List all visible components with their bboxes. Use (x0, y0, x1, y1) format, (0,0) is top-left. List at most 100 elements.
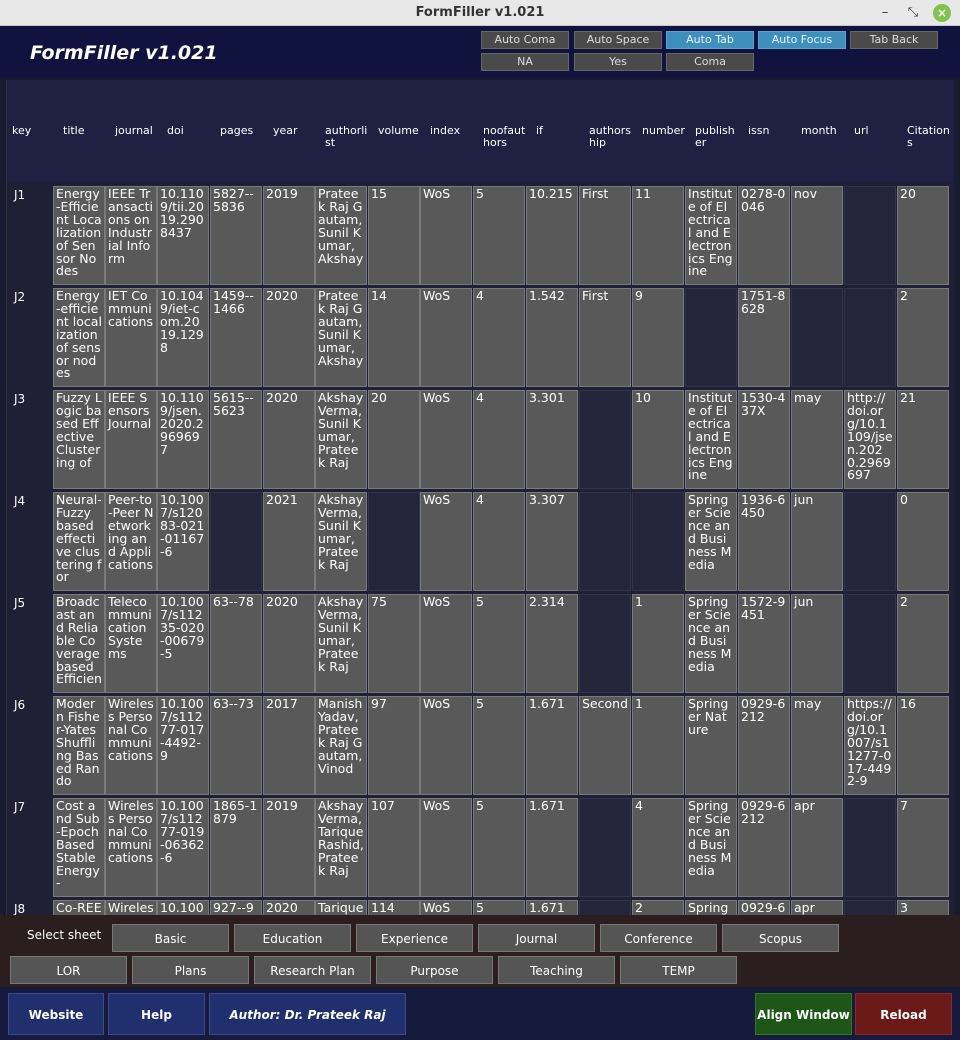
table-cell-authorship[interactable] (579, 900, 631, 915)
yes-button[interactable]: Yes (574, 53, 662, 71)
table-cell-issn[interactable]: 1530-437X (738, 390, 790, 489)
table-cell-issn[interactable]: 0929-6 (738, 900, 790, 915)
tab-back-button[interactable]: Tab Back (850, 31, 938, 49)
table-cell-title[interactable]: Energy-efficient localization of sensor … (53, 288, 105, 387)
table-cell-url[interactable]: http://doi.org/10.1109/jsen.2020.2969697 (844, 390, 896, 489)
table-cell-volume[interactable]: 107 (368, 798, 420, 897)
table-cell-noofauthors[interactable]: 4 (473, 288, 525, 387)
restore-icon[interactable]: ⤡ (904, 4, 922, 22)
table-cell-journal[interactable]: Wireless Personal Communications (105, 696, 157, 795)
table-cell-publisher[interactable]: Springer Science and Business Media (685, 798, 737, 897)
table-cell-authorlist[interactable]: Akshay Verma, Sunil Kumar, Prateek Raj (315, 492, 367, 591)
table-cell-pages[interactable]: 1459--1466 (210, 288, 262, 387)
website-button[interactable]: Website (8, 993, 104, 1035)
table-cell-year[interactable]: 2017 (263, 696, 315, 795)
table-cell-publisher[interactable]: Springer Science and Business Media (685, 594, 737, 693)
table-cell-authorlist[interactable]: Prateek Raj Gautam,Sunil Kumar, Akshay (315, 186, 367, 285)
table-cell-if[interactable]: 1.671 (526, 900, 578, 915)
table-cell-year[interactable]: 2020 (263, 900, 315, 915)
table-cell-index[interactable]: WoS (420, 492, 472, 591)
table-cell-if[interactable]: 1.671 (526, 696, 578, 795)
table-cell-url[interactable] (844, 798, 896, 897)
table-cell-index[interactable]: WoS (420, 390, 472, 489)
sheet-plans-button[interactable]: Plans (132, 956, 249, 984)
table-cell-journal[interactable]: Peer-to-Peer Networking and Applications (105, 492, 157, 591)
table-cell-number[interactable]: 4 (632, 798, 684, 897)
table-cell-volume[interactable]: 97 (368, 696, 420, 795)
table-cell-authorlist[interactable]: Akshay Verma, Sunil Kumar, Prateek Raj (315, 390, 367, 489)
table-cell-month[interactable]: nov (791, 186, 843, 285)
table-cell-journal[interactable]: Telecommunication Systems (105, 594, 157, 693)
table-cell-doi[interactable]: 10.1007/s11277-017-4492-9 (157, 696, 209, 795)
table-cell-if[interactable]: 1.671 (526, 798, 578, 897)
table-cell-journal[interactable]: Wireless Personal Communications (105, 798, 157, 897)
sheet-teaching-statement-button[interactable]: Teaching Statement (498, 956, 615, 1006)
table-cell-title[interactable]: Broadcast and Reliable Coverage based Ef… (53, 594, 105, 693)
table-cell-year[interactable]: 2019 (263, 798, 315, 897)
table-cell-year[interactable]: 2021 (263, 492, 315, 591)
auto-tab-button[interactable]: Auto Tab (666, 31, 754, 49)
sheet-conference-button[interactable]: Conference (600, 924, 717, 952)
table-cell-Citations[interactable]: 3 (897, 900, 949, 915)
table-cell-title[interactable]: Cost and Sub-Epoch Based Stable Energy- (53, 798, 105, 897)
table-cell-Citations[interactable]: 20 (897, 186, 949, 285)
table-cell-year[interactable]: 2020 (263, 288, 315, 387)
table-cell-issn[interactable]: 1936-6450 (738, 492, 790, 591)
table-cell-volume[interactable]: 20 (368, 390, 420, 489)
table-cell-month[interactable]: may (791, 696, 843, 795)
table-cell-if[interactable]: 10.215 (526, 186, 578, 285)
table-cell-number[interactable]: 2 (632, 900, 684, 915)
sheet-temp-button[interactable]: TEMP (620, 956, 737, 984)
help-button[interactable]: Help (108, 993, 205, 1035)
table-cell-issn[interactable]: 0929-6212 (738, 798, 790, 897)
table-cell-volume[interactable]: 15 (368, 186, 420, 285)
table-cell-issn[interactable]: 0278-0046 (738, 186, 790, 285)
table-cell-Citations[interactable]: 0 (897, 492, 949, 591)
table-cell-publisher[interactable]: Institute of Electrical and Electronics … (685, 390, 737, 489)
table-cell-title[interactable]: Energy-Efficient Localization of Sensor … (53, 186, 105, 285)
table-cell-noofauthors[interactable]: 4 (473, 492, 525, 591)
sheet-education-button[interactable]: Education (234, 924, 351, 952)
table-cell-volume[interactable]: 114 (368, 900, 420, 915)
table-cell-authorship[interactable]: Second (579, 696, 631, 795)
table-cell-Citations[interactable]: 16 (897, 696, 949, 795)
sheet-journal-button[interactable]: Journal (478, 924, 595, 952)
table-cell-pages[interactable]: 5615--5623 (210, 390, 262, 489)
table-cell-index[interactable]: WoS (420, 696, 472, 795)
table-cell-year[interactable]: 2020 (263, 390, 315, 489)
table-cell-doi[interactable]: 10.1007/s12083-021-01167-6 (157, 492, 209, 591)
sheet-research-plan-button[interactable]: Research Plan (254, 956, 371, 984)
table-cell-journal[interactable]: IEEE Sensors Journal (105, 390, 157, 489)
table-cell-url[interactable] (844, 186, 896, 285)
table-cell-year[interactable]: 2019 (263, 186, 315, 285)
table-cell-month[interactable] (791, 288, 843, 387)
table-cell-number[interactable]: 11 (632, 186, 684, 285)
table-cell-volume[interactable]: 14 (368, 288, 420, 387)
table-cell-noofauthors[interactable]: 5 (473, 900, 525, 915)
table-cell-doi[interactable]: 10.1007/s11235-020-00679-5 (157, 594, 209, 693)
table-cell-index[interactable]: WoS (420, 798, 472, 897)
table-cell-month[interactable]: jun (791, 492, 843, 591)
table-cell-publisher[interactable]: Springer Science and Business Media (685, 492, 737, 591)
table-cell-number[interactable]: 10 (632, 390, 684, 489)
auto-coma-button[interactable]: Auto Coma (481, 31, 569, 49)
reload-button[interactable]: Reload (855, 993, 952, 1035)
table-cell-index[interactable]: WoS (420, 186, 472, 285)
table-cell-if[interactable]: 3.307 (526, 492, 578, 591)
table-cell-Citations[interactable]: 21 (897, 390, 949, 489)
table-cell-index[interactable]: WoS (420, 288, 472, 387)
table-cell-authorship[interactable] (579, 492, 631, 591)
table-cell-journal[interactable]: IEEE Transactions on Industrial Inform (105, 186, 157, 285)
table-cell-issn[interactable]: 0929-6212 (738, 696, 790, 795)
table-cell-noofauthors[interactable]: 4 (473, 390, 525, 489)
table-cell-Citations[interactable]: 7 (897, 798, 949, 897)
table-cell-authorlist[interactable]: Manish Yadav, Prateek Raj Gautam,Vinod (315, 696, 367, 795)
table-cell-pages[interactable]: 5827--5836 (210, 186, 262, 285)
table-cell-Citations[interactable]: 2 (897, 288, 949, 387)
table-cell-publisher[interactable] (685, 288, 737, 387)
table-cell-pages[interactable]: 1865-1879 (210, 798, 262, 897)
table-cell-doi[interactable]: 10.100 (157, 900, 209, 915)
table-cell-month[interactable]: apr (791, 900, 843, 915)
sheet-basic-button[interactable]: Basic (112, 924, 229, 952)
table-cell-doi[interactable]: 10.1109/jsen.2020.2969697 (157, 390, 209, 489)
